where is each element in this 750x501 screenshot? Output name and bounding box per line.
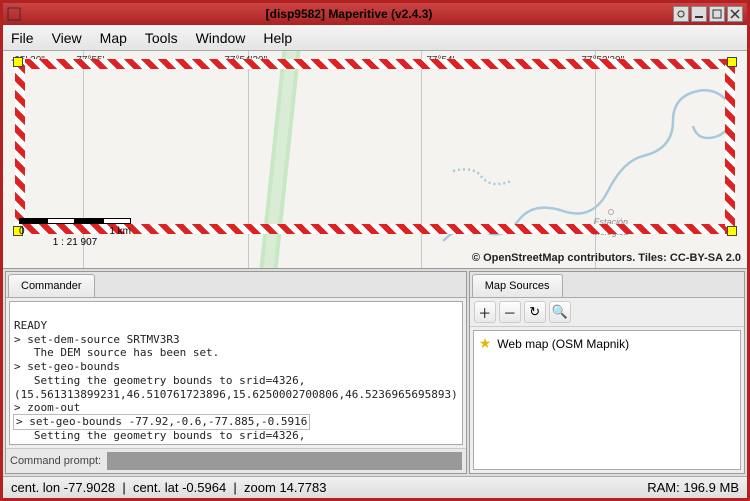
status-cent-lon-label: cent. lon — [11, 480, 60, 495]
selection-handle-ne[interactable] — [727, 57, 737, 67]
tab-commander[interactable]: Commander — [8, 274, 95, 297]
add-source-icon[interactable]: ＋ — [474, 301, 496, 323]
scale-bar: 01 km 1 : 21 907 — [19, 218, 131, 248]
list-item[interactable]: ★ Web map (OSM Mapnik) — [477, 334, 737, 353]
status-cent-lon: -77.9028 — [64, 480, 115, 495]
console-output[interactable]: READY > set-dem-source SRTMV3R3 The DEM … — [9, 301, 463, 445]
map-sources-panel: Map Sources ＋ － ↻ 🔍 ★ Web map (OSM Mapni… — [469, 271, 745, 474]
sources-list[interactable]: ★ Web map (OSM Mapnik) — [473, 330, 741, 470]
status-zoom-label: zoom — [244, 480, 276, 495]
remove-source-icon[interactable]: － — [499, 301, 521, 323]
refresh-source-icon[interactable]: ↻ — [524, 301, 546, 323]
star-icon: ★ — [479, 335, 492, 352]
statusbar: cent. lon -77.9028 | cent. lat -0.5964 |… — [3, 476, 747, 498]
close-icon[interactable] — [727, 6, 743, 22]
menu-tools[interactable]: Tools — [145, 30, 178, 46]
status-cent-lat-label: cent. lat — [133, 480, 179, 495]
titlebar[interactable]: [disp9582] Maperitive (v2.4.3) — [3, 3, 747, 25]
iconify-icon[interactable] — [673, 6, 689, 22]
status-ram: 196.9 MB — [683, 480, 739, 495]
command-prompt-input[interactable] — [107, 452, 462, 470]
command-prompt-label: Command prompt: — [10, 455, 101, 467]
map-canvas[interactable]: Estación biológica -05' 30" -77°55' -77°… — [3, 51, 747, 269]
tab-map-sources[interactable]: Map Sources — [472, 274, 563, 297]
minimize-icon[interactable] — [691, 6, 707, 22]
menu-file[interactable]: File — [11, 30, 34, 46]
maximize-icon[interactable] — [709, 6, 725, 22]
status-zoom: 14.7783 — [279, 480, 326, 495]
menubar: File View Map Tools Window Help — [3, 25, 747, 51]
sources-toolbar: ＋ － ↻ 🔍 — [470, 298, 744, 327]
zoom-source-icon[interactable]: 🔍 — [549, 301, 571, 323]
map-attribution: © OpenStreetMap contributors. Tiles: CC-… — [472, 252, 741, 264]
selection-handle-se[interactable] — [727, 226, 737, 236]
selection-handle-nw[interactable] — [13, 57, 23, 67]
menu-help[interactable]: Help — [263, 30, 292, 46]
status-ram-label: RAM: — [647, 480, 680, 495]
geo-bounds-selection[interactable] — [15, 59, 735, 234]
console-current-cmd: > set-geo-bounds -77.92,-0.6,-77.885,-0.… — [14, 415, 309, 429]
app-icon — [7, 7, 25, 21]
source-name: Web map (OSM Mapnik) — [497, 337, 629, 351]
commander-panel: Commander READY > set-dem-source SRTMV3R… — [5, 271, 467, 474]
menu-view[interactable]: View — [52, 30, 82, 46]
window-title: [disp9582] Maperitive (v2.4.3) — [25, 7, 673, 21]
menu-window[interactable]: Window — [196, 30, 246, 46]
menu-map[interactable]: Map — [100, 30, 127, 46]
status-cent-lat: -0.5964 — [182, 480, 226, 495]
